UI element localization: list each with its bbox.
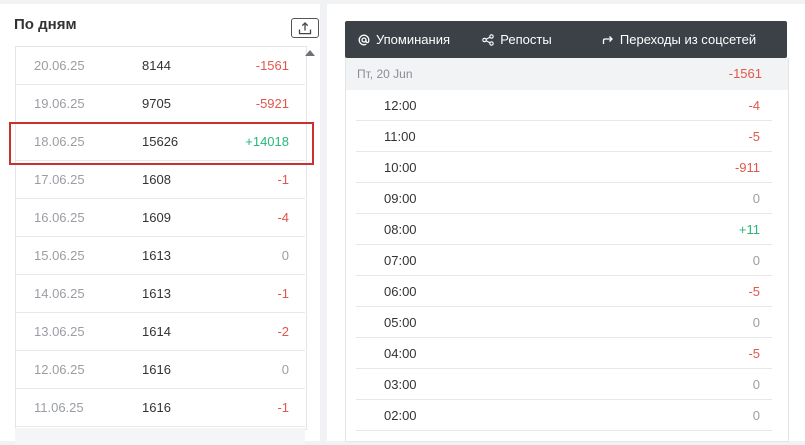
hourly-row-diff: 0 [752,315,760,330]
upload-icon [298,21,312,34]
daily-row-value: 1613 [142,286,171,301]
daily-row-diff: -1 [277,286,289,301]
hourly-row[interactable]: 10:00 -911 [356,152,772,183]
daily-row-value: 1613 [142,248,171,263]
hourly-row-time: 10:00 [384,160,417,175]
hourly-row-diff: -4 [748,98,760,113]
tab-social-referrals[interactable]: Переходы из соцсетей [571,21,787,58]
daily-row-date: 16.06.25 [34,210,85,225]
hourly-row[interactable]: 05:00 0 [356,307,772,338]
tab-reposts[interactable]: Репосты [463,21,571,58]
daily-table[interactable]: 20.06.25 8144 -1561 19.06.25 9705 -5921 18.06.… [15,46,307,430]
redirect-arrow-icon [602,34,614,46]
daily-row-date: 14.06.25 [34,286,85,301]
daily-row-diff: -1561 [255,58,289,73]
hourly-row[interactable]: 11:00 -5 [356,121,772,152]
day-header-label: Пт, 20 Jun [357,67,413,81]
hourly-row[interactable]: 09:00 0 [356,183,772,214]
daily-row-diff: -5921 [255,96,289,111]
tab-bar: Упоминания Репосты Переходы из соцсетей [345,21,787,58]
hourly-row[interactable]: 02:00 0 [356,400,772,431]
daily-row[interactable]: 11.06.25 1616 -1 [16,389,305,427]
hourly-row[interactable]: 07:00 0 [356,245,772,276]
hourly-row-time: 09:00 [384,191,417,206]
hourly-row-time: 05:00 [384,315,417,330]
tab-mentions[interactable]: Упоминания [345,21,463,58]
daily-row-value: 1616 [142,362,171,377]
daily-row-diff: 0 [281,362,289,377]
hourly-row-time: 08:00 [384,222,417,237]
hourly-row-diff: +11 [738,222,760,237]
hourly-rows: 12:00 -4 11:00 -5 10:00 -911 09:00 0 08:00 +11 07:… [346,90,788,441]
hourly-row-time: 07:00 [384,253,417,268]
daily-row[interactable]: 17.06.25 1608 -1 [16,161,305,199]
daily-row-date: 18.06.25 [34,134,85,149]
daily-row-date: 13.06.25 [34,324,85,339]
daily-row-value: 1609 [142,210,171,225]
hourly-row-diff: -5 [748,129,760,144]
hourly-row[interactable]: 06:00 -5 [356,276,772,307]
daily-row[interactable]: 18.06.25 15626 +14018 [16,123,305,161]
daily-row-date: 11.06.25 [34,400,84,415]
hourly-row[interactable]: 01:00-642 [356,431,772,441]
hourly-row-time: 02:00 [384,408,417,423]
daily-row[interactable]: 19.06.25 9705 -5921 [16,85,305,123]
hourly-row-diff: 0 [752,191,760,206]
daily-row-diff: -1 [277,172,289,187]
hourly-row-time: 06:00 [384,284,417,299]
tab-label: Упоминания [375,32,451,47]
daily-panel-title: По дням [14,16,77,33]
daily-row-date: 12.06.25 [34,362,85,377]
scroll-up-arrow-icon[interactable] [305,50,315,56]
share-icon [482,33,495,46]
daily-row-value: 9705 [142,96,171,111]
daily-row-value: 1614 [142,324,171,339]
daily-row-date: 15.06.25 [34,248,85,263]
hourly-row-time: 11:00 [384,129,416,144]
hourly-row[interactable]: 08:00 +11 [356,214,772,245]
day-header-total: -1561 [728,66,762,81]
detail-panel: Упоминания Репосты Переходы из соцсетей Пт… [327,4,805,442]
hourly-row-diff: -911 [734,160,760,175]
daily-row-value: 1616 [142,400,171,415]
tab-label: Переходы из соцсетей [619,32,757,47]
daily-row-diff: -1 [277,400,289,415]
daily-row[interactable]: 13.06.25 1614 -2 [16,313,305,351]
daily-row[interactable]: 14.06.25 1613 -1 [16,275,305,313]
hourly-row[interactable]: 12:00 -4 [356,90,772,121]
daily-row-value: 15626 [142,134,179,149]
export-button[interactable] [291,18,319,38]
daily-row-diff: -2 [277,324,289,339]
daily-row-diff: +14018 [245,134,289,149]
hourly-row-time: 03:00 [384,377,417,392]
hourly-row[interactable]: 04:00 -5 [356,338,772,369]
daily-panel: По дням 20.06.25 8144 -1561 19.06.25 9705 -59… [0,4,320,445]
daily-row-value: 1608 [142,172,171,187]
daily-rows: 20.06.25 8144 -1561 19.06.25 9705 -5921 18.06.… [16,47,305,427]
hourly-row-diff: -5 [748,284,760,299]
day-header: Пт, 20 Jun -1561 [346,58,788,90]
hourly-row-time: 12:00 [384,98,417,113]
hourly-row-diff: 0 [752,253,760,268]
daily-table-footer [15,428,305,445]
hourly-row-diff: -5 [748,346,760,361]
daily-row[interactable]: 16.06.25 1609 -4 [16,199,305,237]
daily-row-date: 17.06.25 [34,172,85,187]
hourly-row-diff: 0 [752,408,760,423]
daily-row[interactable]: 15.06.25 1613 0 [16,237,305,275]
tab-label: Репосты [500,32,552,47]
daily-row-date: 19.06.25 [34,96,85,111]
hourly-row-diff: 0 [752,377,760,392]
daily-row-diff: 0 [281,248,289,263]
at-sign-icon [358,34,370,46]
daily-row[interactable]: 20.06.25 8144 -1561 [16,47,305,85]
hourly-table[interactable]: Пт, 20 Jun -1561 12:00 -4 11:00 -5 10:00 -911… [345,58,789,442]
daily-row-date: 20.06.25 [34,58,85,73]
daily-row-diff: -4 [277,210,289,225]
daily-row[interactable]: 12.06.25 1616 0 [16,351,305,389]
hourly-row[interactable]: 03:00 0 [356,369,772,400]
daily-row-value: 8144 [142,58,171,73]
hourly-row-time: 04:00 [384,346,417,361]
